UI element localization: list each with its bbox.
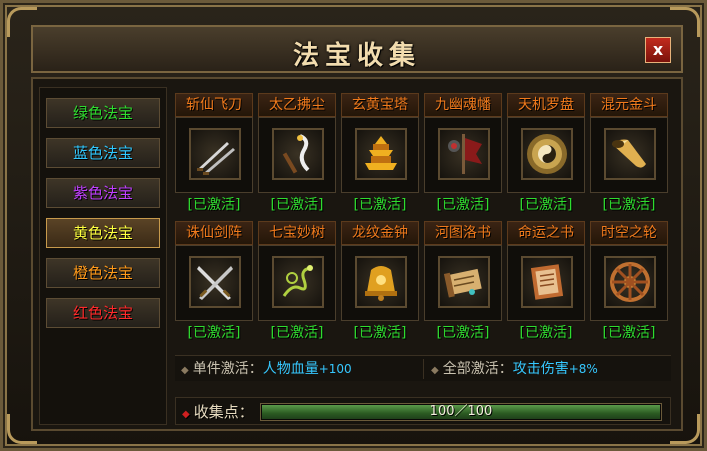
close-button[interactable]: x bbox=[645, 37, 671, 63]
activation-status: [已激活] bbox=[436, 197, 490, 213]
treasure-icon-box bbox=[507, 117, 585, 193]
activation-status: [已激活] bbox=[270, 197, 324, 213]
collection-points-label: ◆ 收集点： bbox=[182, 398, 254, 426]
twin-blades-icon bbox=[189, 128, 241, 180]
single-activation-bonus: ◆ 单件激活：人物血量+100 bbox=[181, 356, 352, 382]
main-panel: 绿色法宝 蓝色法宝 紫色法宝 黄色法宝 橙色法宝 红色法宝 斩仙飞刀 [已激活] 太… bbox=[31, 77, 683, 431]
activation-status: [已激活] bbox=[353, 197, 407, 213]
treasure-name: 天机罗盘 bbox=[507, 93, 585, 117]
bonus-value: +100 bbox=[318, 362, 352, 376]
tab-red-treasure[interactable]: 红色法宝 bbox=[46, 298, 160, 328]
vine-branch-icon bbox=[272, 256, 324, 308]
treasure-name: 龙纹金钟 bbox=[341, 221, 419, 245]
title-bar: 法宝收集 x bbox=[31, 25, 683, 73]
wheel-icon bbox=[604, 256, 656, 308]
activation-status: [已激活] bbox=[519, 197, 573, 213]
treasure-name: 太乙拂尘 bbox=[258, 93, 336, 117]
diamond-bullet-icon: ◆ bbox=[431, 365, 439, 376]
full-activation-bonus: ◆ 全部激活：攻击伤害+8% bbox=[431, 356, 598, 382]
collection-label-text: 收集点： bbox=[193, 403, 254, 421]
treasure-name: 时空之轮 bbox=[590, 221, 668, 245]
treasure-name: 混元金斗 bbox=[590, 93, 668, 117]
activation-status: [已激活] bbox=[187, 325, 241, 341]
tab-yellow-treasure[interactable]: 黄色法宝 bbox=[46, 218, 160, 248]
horn-icon bbox=[604, 128, 656, 180]
soul-banner-icon bbox=[438, 128, 490, 180]
treasure-collection-window: 法宝收集 x 绿色法宝 蓝色法宝 紫色法宝 黄色法宝 橙色法宝 红色法宝 斩仙飞… bbox=[0, 0, 707, 451]
quality-tab-list: 绿色法宝 蓝色法宝 紫色法宝 黄色法宝 橙色法宝 红色法宝 bbox=[39, 87, 167, 425]
treasure-icon-box bbox=[424, 245, 502, 321]
activation-status: [已激活] bbox=[519, 325, 573, 341]
tab-label: 黄色法宝 bbox=[72, 224, 133, 242]
book-icon bbox=[521, 256, 573, 308]
window-title: 法宝收集 bbox=[292, 41, 421, 71]
treasure-name: 斩仙飞刀 bbox=[175, 93, 253, 117]
bonus-stat: 人物血量 bbox=[262, 361, 319, 377]
tab-green-treasure[interactable]: 绿色法宝 bbox=[46, 98, 160, 128]
diamond-bullet-icon: ◆ bbox=[181, 365, 189, 376]
treasure-icon-box bbox=[258, 117, 336, 193]
divider bbox=[423, 359, 424, 379]
red-diamond-icon: ◆ bbox=[182, 409, 190, 420]
activation-status: [已激活] bbox=[270, 325, 324, 341]
pagoda-icon bbox=[355, 128, 407, 180]
bonus-value: +8% bbox=[568, 362, 598, 376]
bonus-label: 全部激活： bbox=[442, 361, 513, 377]
treasure-grid: 斩仙飞刀 [已激活] 太乙拂尘 [已激活] 玄黄宝塔 [已激活] 九幽魂幡 [已激活] 天机罗盘… bbox=[175, 93, 671, 351]
treasure-icon-box bbox=[175, 117, 253, 193]
tab-label: 橙色法宝 bbox=[72, 264, 133, 282]
treasure-icon-box bbox=[590, 245, 668, 321]
crossed-swords-icon bbox=[189, 256, 241, 308]
tab-orange-treasure[interactable]: 橙色法宝 bbox=[46, 258, 160, 288]
treasure-name: 玄黄宝塔 bbox=[341, 93, 419, 117]
treasure-name: 命运之书 bbox=[507, 221, 585, 245]
treasure-slot[interactable]: 时空之轮 [已激活] bbox=[590, 221, 668, 347]
collection-progress-bar: 100／100 bbox=[260, 403, 662, 421]
activation-status: [已激活] bbox=[602, 325, 656, 341]
treasure-slot[interactable]: 诛仙剑阵 [已激活] bbox=[175, 221, 253, 347]
activation-status: [已激活] bbox=[187, 197, 241, 213]
treasure-slot[interactable]: 七宝妙树 [已激活] bbox=[258, 221, 336, 347]
treasure-slot[interactable]: 太乙拂尘 [已激活] bbox=[258, 93, 336, 219]
treasure-slot[interactable]: 龙纹金钟 [已激活] bbox=[341, 221, 419, 347]
treasure-icon-box bbox=[341, 117, 419, 193]
progress-text: 100／100 bbox=[429, 404, 493, 419]
treasure-name: 七宝妙树 bbox=[258, 221, 336, 245]
close-icon: x bbox=[652, 40, 664, 59]
tab-label: 红色法宝 bbox=[72, 304, 133, 322]
treasure-slot[interactable]: 天机罗盘 [已激活] bbox=[507, 93, 585, 219]
tab-purple-treasure[interactable]: 紫色法宝 bbox=[46, 178, 160, 208]
scroll-icon bbox=[438, 256, 490, 308]
treasure-name: 诛仙剑阵 bbox=[175, 221, 253, 245]
activation-status: [已激活] bbox=[436, 325, 490, 341]
treasure-name: 河图洛书 bbox=[424, 221, 502, 245]
activation-status: [已激活] bbox=[602, 197, 656, 213]
treasure-icon-box bbox=[424, 117, 502, 193]
activation-status: [已激活] bbox=[353, 325, 407, 341]
treasure-icon-box bbox=[507, 245, 585, 321]
tab-label: 绿色法宝 bbox=[72, 104, 133, 122]
tab-label: 紫色法宝 bbox=[72, 184, 133, 202]
treasure-icon-box bbox=[258, 245, 336, 321]
treasure-icon-box bbox=[590, 117, 668, 193]
treasure-slot[interactable]: 玄黄宝塔 [已激活] bbox=[341, 93, 419, 219]
treasure-name: 九幽魂幡 bbox=[424, 93, 502, 117]
treasure-slot[interactable]: 斩仙飞刀 [已激活] bbox=[175, 93, 253, 219]
treasure-slot[interactable]: 九幽魂幡 [已激活] bbox=[424, 93, 502, 219]
golden-bell-icon bbox=[355, 256, 407, 308]
yin-yang-disc-icon bbox=[521, 128, 573, 180]
bonus-stat: 攻击伤害 bbox=[512, 361, 569, 377]
treasure-slot[interactable]: 混元金斗 [已激活] bbox=[590, 93, 668, 219]
collection-points-bar: ◆ 收集点： 100／100 bbox=[175, 397, 671, 425]
activation-bonus-bar: ◆ 单件激活：人物血量+100 ◆ 全部激活：攻击伤害+8% bbox=[175, 355, 671, 381]
bonus-label: 单件激活： bbox=[192, 361, 263, 377]
treasure-slot[interactable]: 河图洛书 [已激活] bbox=[424, 221, 502, 347]
tab-label: 蓝色法宝 bbox=[72, 144, 133, 162]
treasure-slot[interactable]: 命运之书 [已激活] bbox=[507, 221, 585, 347]
treasure-icon-box bbox=[175, 245, 253, 321]
treasure-icon-box bbox=[341, 245, 419, 321]
whisk-icon bbox=[272, 128, 324, 180]
tab-blue-treasure[interactable]: 蓝色法宝 bbox=[46, 138, 160, 168]
